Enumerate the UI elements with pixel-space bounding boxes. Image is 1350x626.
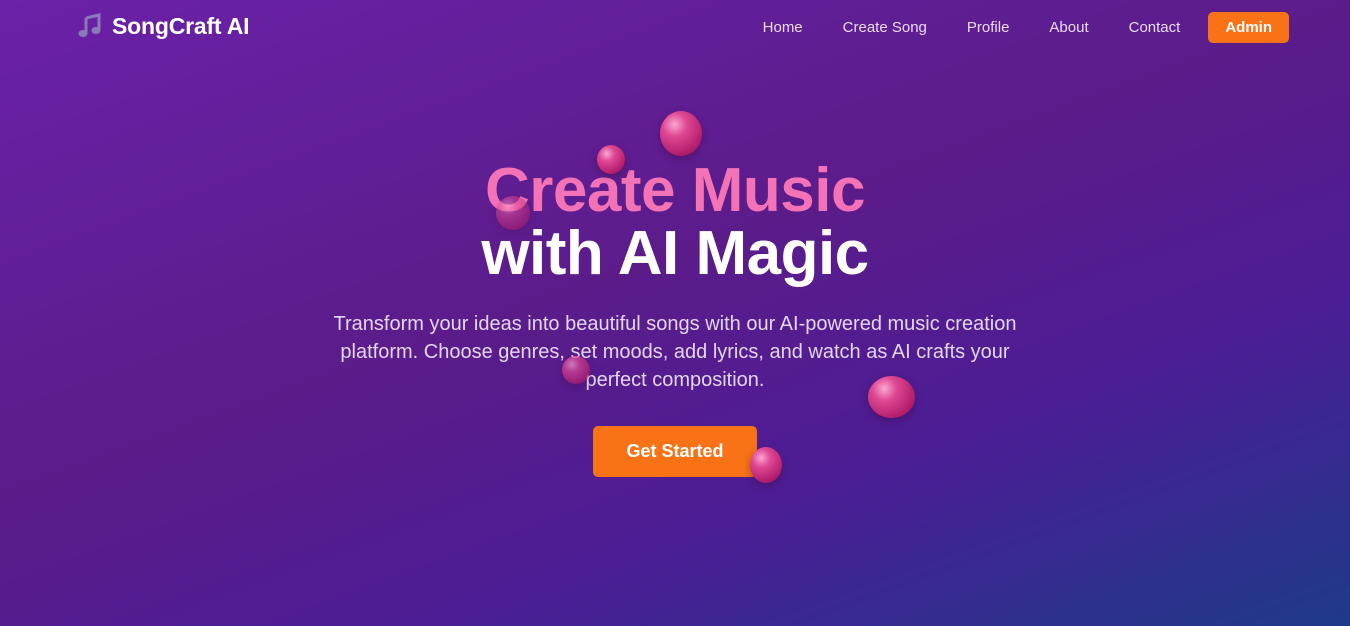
hero-section: Create Music with AI Magic Transform you… [0,160,1350,477]
nav-links: Home Create Song Profile About Contact A… [743,11,1289,44]
get-started-button[interactable]: Get Started [593,426,757,477]
brand-logo[interactable]: SongCraft AI [76,12,249,40]
nav-link-home[interactable]: Home [743,11,823,44]
floating-ball-decoration [496,196,530,230]
admin-button[interactable]: Admin [1208,12,1289,43]
top-navbar: SongCraft AI Home Create Song Profile Ab… [0,0,1350,56]
hero-title-line2: with AI Magic [481,219,869,288]
nav-link-create-song[interactable]: Create Song [823,11,947,44]
nav-link-profile[interactable]: Profile [947,11,1030,44]
floating-ball-decoration [562,356,590,384]
hero-title-line1: Create Music [485,156,865,225]
floating-ball-decoration [750,447,782,483]
nav-link-about[interactable]: About [1029,11,1108,44]
floating-ball-decoration [660,111,702,156]
brand-name: SongCraft AI [112,12,250,39]
floating-ball-decoration [597,145,625,174]
nav-link-contact[interactable]: Contact [1109,11,1201,44]
hero-subtitle: Transform your ideas into beautiful song… [333,313,1017,391]
music-note-icon [76,12,104,40]
floating-ball-decoration [868,376,915,418]
